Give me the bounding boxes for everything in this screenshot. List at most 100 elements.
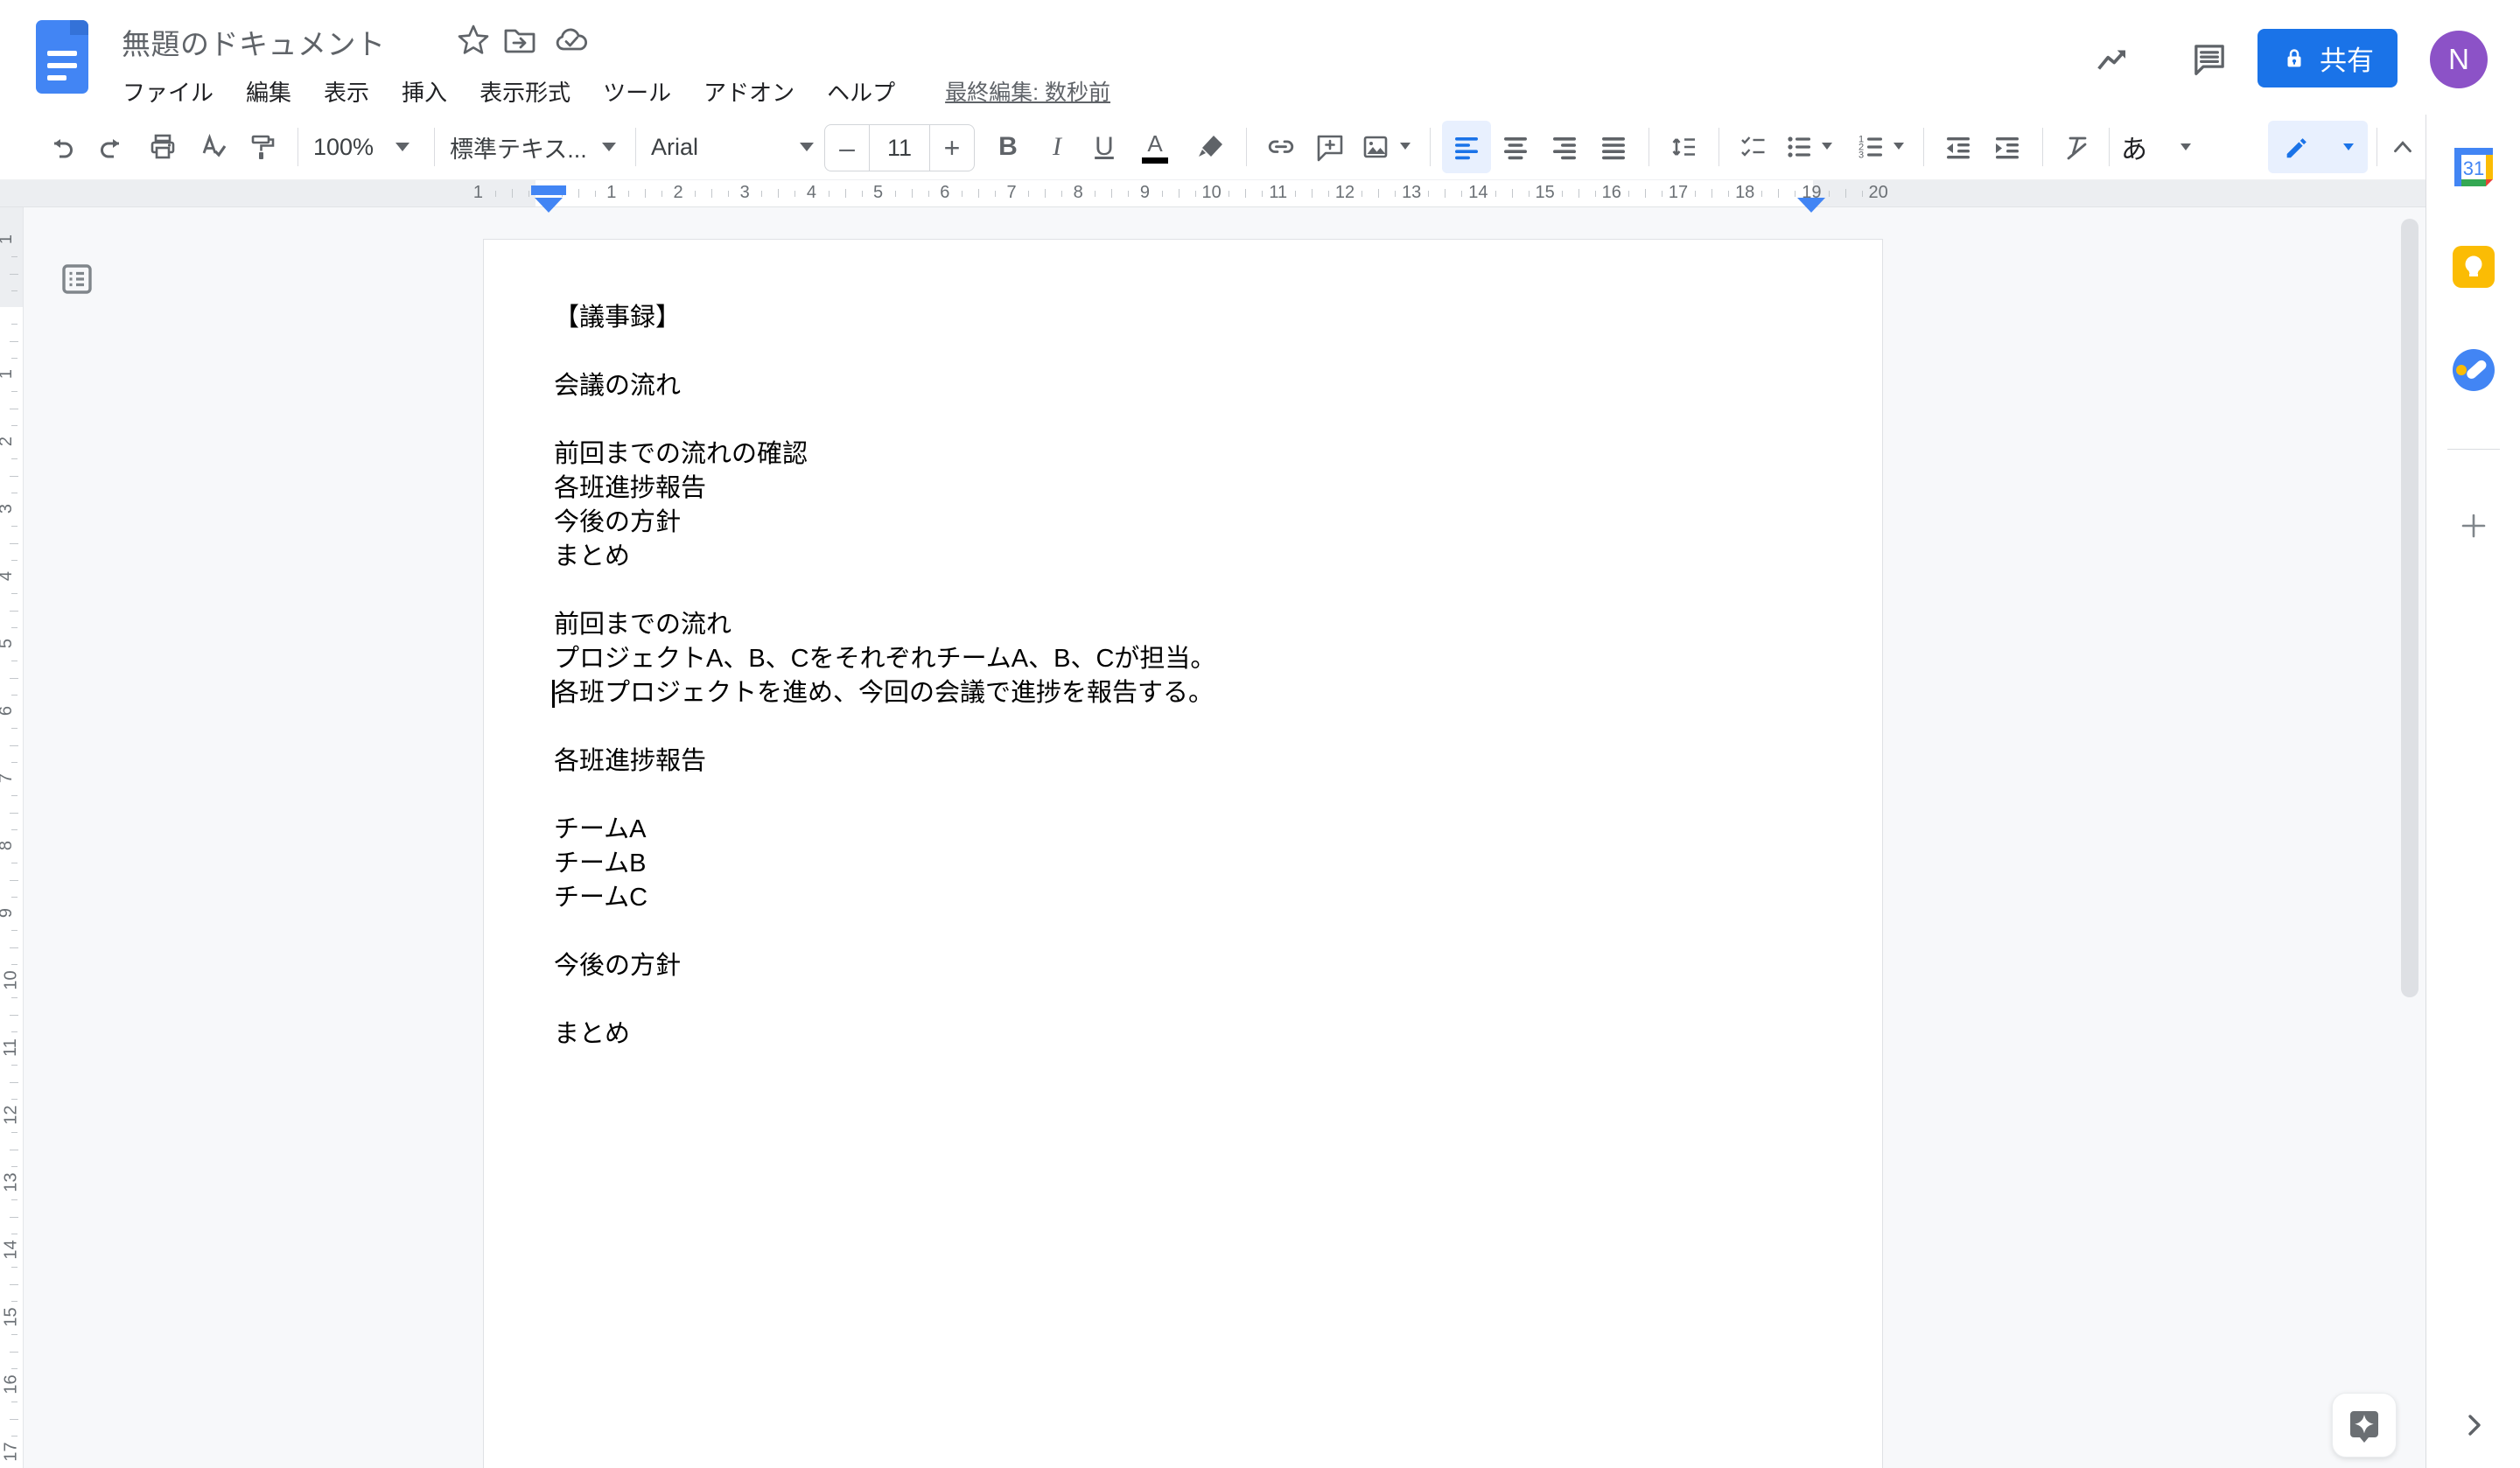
align-center-button[interactable]	[1491, 121, 1540, 173]
input-tools-button[interactable]: あ	[2121, 121, 2191, 173]
increase-indent-button[interactable]	[1983, 121, 2032, 173]
bulleted-list-button[interactable]	[1774, 121, 1824, 173]
print-button[interactable]	[138, 121, 187, 173]
share-button[interactable]: 共有	[2258, 29, 2398, 87]
align-right-button[interactable]	[1540, 121, 1589, 173]
ruler-margin-number: 1	[0, 234, 17, 244]
last-edit-link[interactable]: 最終編集: 数秒前	[945, 75, 1110, 107]
font-size-value[interactable]: 11	[869, 125, 930, 171]
undo-button[interactable]	[37, 121, 86, 173]
decrease-font-size-button[interactable]: –	[825, 125, 869, 171]
menu-tools[interactable]: ツール	[603, 75, 671, 108]
numbered-list-chevron[interactable]	[1894, 143, 1904, 150]
checklist-button[interactable]	[1729, 121, 1778, 173]
ruler-number: 3	[0, 504, 17, 514]
ruler-tick	[11, 290, 18, 291]
hide-side-panel-chevron[interactable]	[2460, 1411, 2488, 1439]
increase-font-size-button[interactable]: +	[930, 125, 974, 171]
ruler-tick	[11, 391, 18, 392]
clear-formatting-button[interactable]	[2053, 121, 2102, 173]
show-outline-button[interactable]	[58, 260, 96, 298]
google-keep-icon[interactable]	[2449, 242, 2498, 291]
vertical-scrollbar[interactable]	[2401, 219, 2418, 997]
image-options-chevron[interactable]	[1400, 143, 1410, 150]
font-select[interactable]: Arial	[651, 121, 814, 173]
styles-select[interactable]: 標準テキス...	[450, 121, 616, 173]
document-text: 【議事録】会議の流れ前回までの流れの確認各班進捗報告今後の方針まとめ前回までの流…	[554, 301, 1823, 1052]
toolbar-divider	[1718, 128, 1719, 166]
align-left-button[interactable]	[1442, 121, 1491, 173]
menu-addons[interactable]: アドオン	[704, 75, 794, 108]
google-docs-logo[interactable]	[35, 19, 89, 94]
zoom-select[interactable]: 100%	[313, 121, 410, 173]
explore-star-icon	[2345, 1406, 2384, 1444]
align-justify-button[interactable]	[1589, 121, 1638, 173]
insert-link-button[interactable]	[1256, 121, 1306, 173]
ruler-tick	[895, 191, 896, 197]
menu-format[interactable]: 表示形式	[480, 75, 570, 108]
cloud-saved-icon[interactable]	[554, 23, 589, 58]
ruler-margin-number: 1	[473, 183, 483, 203]
get-addons-button[interactable]	[2458, 510, 2489, 542]
ruler-tick	[1645, 189, 1646, 198]
menu-help[interactable]: ヘルプ	[827, 75, 895, 108]
ruler-number: 6	[940, 183, 949, 203]
italic-button[interactable]: I	[1032, 121, 1082, 173]
doc-line: チームA	[554, 813, 1823, 847]
bulleted-list-chevron[interactable]	[1822, 143, 1832, 150]
text-color-button[interactable]: A	[1130, 121, 1180, 173]
insert-image-button[interactable]	[1351, 121, 1400, 173]
ruler-tick	[1228, 191, 1229, 197]
spellcheck-button[interactable]	[189, 121, 238, 173]
ruler-number: 8	[0, 841, 17, 850]
editing-mode-button[interactable]	[2268, 121, 2368, 173]
document-page[interactable]: 【議事録】会議の流れ前回までの流れの確認各班進捗報告今後の方針まとめ前回までの流…	[483, 239, 1883, 1468]
ruler-tick	[1628, 191, 1629, 197]
ruler-tick	[728, 191, 729, 197]
collapse-menus-button[interactable]	[2378, 121, 2427, 173]
move-folder-icon[interactable]	[502, 23, 537, 58]
numbered-list-button[interactable]: 1 2 3	[1846, 121, 1895, 173]
highlight-color-button[interactable]	[1186, 121, 1236, 173]
first-line-indent-marker[interactable]	[531, 185, 566, 195]
bold-button[interactable]: B	[984, 121, 1032, 173]
doc-line: 今後の方針	[554, 506, 1823, 540]
decrease-indent-button[interactable]	[1934, 121, 1983, 173]
ruler-tick	[11, 897, 18, 898]
google-tasks-icon[interactable]	[2449, 346, 2498, 395]
google-calendar-icon[interactable]: 31	[2449, 143, 2498, 192]
menu-edit[interactable]: 編集	[246, 75, 291, 108]
ruler-tick	[10, 880, 18, 881]
redo-button[interactable]	[88, 121, 136, 173]
right-indent-marker[interactable]	[1797, 198, 1825, 213]
explore-button[interactable]	[2332, 1393, 2397, 1458]
star-icon[interactable]	[456, 23, 491, 58]
paint-format-button[interactable]	[238, 121, 287, 173]
document-title[interactable]: 無題のドキュメント	[122, 21, 386, 63]
line-spacing-button[interactable]	[1659, 121, 1708, 173]
doc-line	[554, 403, 1823, 437]
font-size-control: – 11 +	[824, 124, 975, 171]
horizontal-ruler: 12345678910111213141516171819201	[0, 179, 2426, 207]
doc-line: まとめ	[554, 1017, 1823, 1052]
ruler-tick	[11, 964, 18, 965]
ruler-tick	[578, 189, 579, 198]
menu-view[interactable]: 表示	[324, 75, 369, 108]
font-value: Arial	[651, 134, 698, 161]
ruler-tick	[11, 1166, 18, 1167]
menu-file[interactable]: ファイル	[122, 75, 214, 108]
ruler-number: 16	[2, 1374, 22, 1394]
side-panel: 31	[2426, 115, 2520, 1468]
ruler-tick	[11, 1199, 18, 1200]
ruler-tick	[10, 1217, 18, 1218]
ruler-tick	[10, 611, 18, 612]
ruler-tick	[11, 1132, 18, 1133]
comments-icon[interactable]	[2191, 41, 2228, 78]
account-avatar[interactable]: N	[2430, 31, 2488, 88]
underline-button[interactable]: U	[1080, 121, 1129, 173]
add-comment-button[interactable]	[1306, 121, 1354, 173]
menu-insert[interactable]: 挿入	[402, 75, 447, 108]
insights-icon[interactable]	[2095, 41, 2132, 78]
ruler-number: 17	[1669, 183, 1688, 203]
left-indent-marker[interactable]	[535, 198, 563, 213]
